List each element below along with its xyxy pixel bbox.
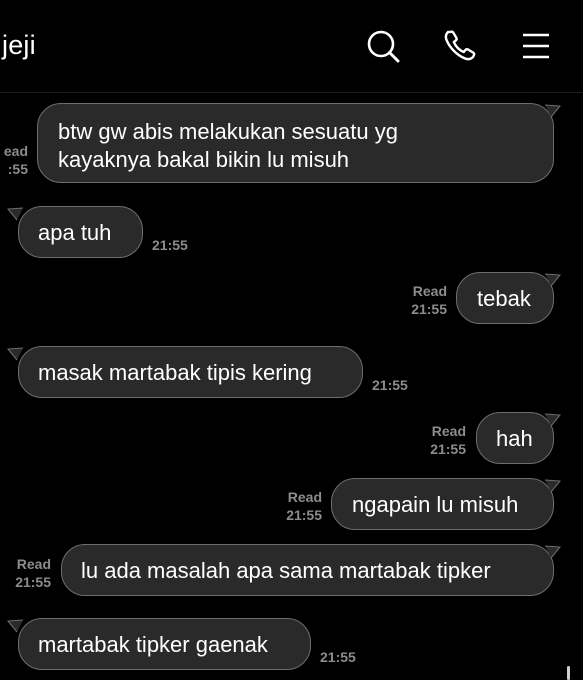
message-bubble-incoming[interactable]: masak martabak tipis kering xyxy=(18,346,363,398)
read-status: Read xyxy=(287,489,322,505)
message-text: ngapain lu misuh xyxy=(352,492,519,517)
message-time: 21:55 xyxy=(320,649,356,665)
message-status: Read 21:55 xyxy=(396,282,447,318)
message-text: apa tuh xyxy=(38,220,112,245)
read-status: Read xyxy=(412,283,447,299)
message-text: tebak xyxy=(477,286,531,311)
message-time: 21:55 xyxy=(372,377,408,393)
bubble-tail xyxy=(544,545,562,559)
message-bubble-outgoing[interactable]: tebak xyxy=(456,272,554,324)
message-status: Read 21:55 xyxy=(2,555,51,591)
message-bubble-outgoing[interactable]: btw gw abis melakukan sesuatu yg kayakny… xyxy=(37,103,554,183)
message-time: 21:55 xyxy=(411,301,447,317)
bubble-tail xyxy=(544,479,562,493)
message-bubble-incoming[interactable]: apa tuh xyxy=(18,206,143,258)
menu-icon[interactable] xyxy=(516,26,556,66)
message-bubble-outgoing[interactable]: lu ada masalah apa sama martabak tipker xyxy=(61,544,554,596)
message-time: 21:55 xyxy=(430,441,466,457)
phone-icon[interactable] xyxy=(440,26,480,66)
message-text-line: btw gw abis melakukan sesuatu yg xyxy=(58,119,398,144)
chat-header: jeji xyxy=(0,0,583,93)
message-status: Read 21:55 xyxy=(415,422,466,458)
message-text: martabak tipker gaenak xyxy=(38,632,268,657)
scrollbar[interactable] xyxy=(567,666,570,680)
message-text: lu ada masalah apa sama martabak tipker xyxy=(81,558,491,583)
read-status: Read xyxy=(16,556,51,572)
message-time: 21:55 xyxy=(15,574,51,590)
message-time: 21:55 xyxy=(152,237,188,253)
read-status: Read xyxy=(431,423,466,439)
chat-title[interactable]: jeji xyxy=(2,30,36,61)
bubble-tail xyxy=(544,104,562,118)
message-text: hah xyxy=(496,426,533,451)
bubble-tail xyxy=(544,413,562,427)
message-time: :55 xyxy=(7,161,28,177)
search-icon[interactable] xyxy=(363,26,403,66)
message-text: masak martabak tipis kering xyxy=(38,360,312,385)
message-bubble-incoming[interactable]: martabak tipker gaenak xyxy=(18,618,311,670)
message-status: Read 21:55 xyxy=(271,488,322,524)
read-status: ead xyxy=(3,143,28,159)
message-text-line: kayaknya bakal bikin lu misuh xyxy=(58,147,350,172)
bubble-tail xyxy=(544,273,562,287)
message-status: ead :55 xyxy=(0,142,28,178)
message-bubble-outgoing[interactable]: ngapain lu misuh xyxy=(331,478,554,530)
message-bubble-outgoing[interactable]: hah xyxy=(476,412,554,464)
message-time: 21:55 xyxy=(286,507,322,523)
